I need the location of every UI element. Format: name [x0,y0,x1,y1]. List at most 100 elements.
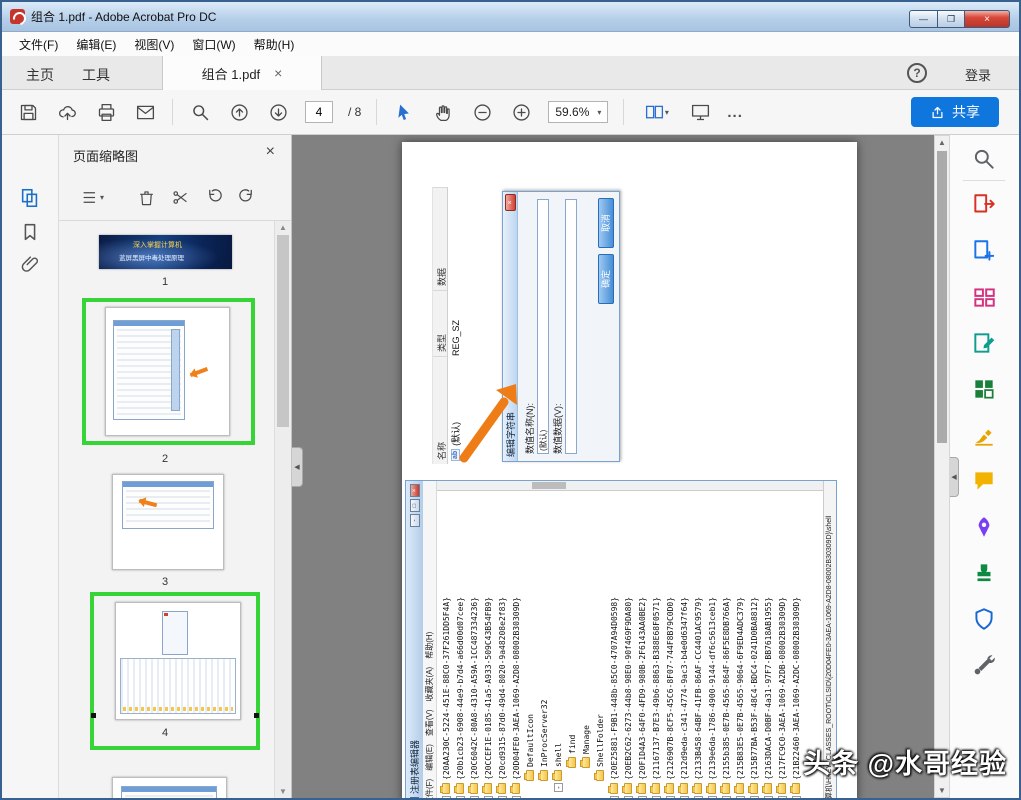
tree-expander-icon[interactable]: + [497,796,507,798]
next-page-icon[interactable] [266,100,290,124]
document-tab-close-icon[interactable]: × [274,65,282,81]
pdf-page-4[interactable]: 名称 类型 数据 ab (默认) REG_SZ 编辑字符串 × 数值名称(N):… [402,142,857,798]
menu-help[interactable]: 帮助(H) [245,33,304,56]
presentation-mode-icon[interactable] [688,100,712,124]
delete-pages-icon[interactable] [137,187,159,207]
tree-expander-icon[interactable]: + [735,796,745,798]
registry-key-row[interactable]: - {20D04FE0-3AEA-1069-A2D8-08002B30309D} [509,491,523,798]
registry-key-row[interactable]: + {212d9eda-c341-4774-9ac3-b4e0d6347f64} [677,491,691,798]
tool-create-pdf-button[interactable] [949,228,1019,274]
tree-expander-icon[interactable]: + [679,796,689,798]
tool-search-button[interactable] [949,136,1019,182]
tree-expander-icon[interactable]: + [777,796,787,798]
maximize-button[interactable]: ❐ [938,10,965,28]
thumbnail-scrollbar[interactable]: ▲ ▼ [274,221,291,798]
registry-key-row[interactable]: + {215B77BA-B53F-48C4-BDC4-0241D0BA8812} [747,491,761,798]
registry-key-row[interactable]: + {20CCEF1E-0185-41a5-A933-509C43B54FB9} [481,491,495,798]
menu-edit[interactable]: 编辑(E) [67,33,125,56]
cloud-upload-icon[interactable] [55,100,79,124]
registry-key-row[interactable]: + {215B83E5-0E7B-4565-9064-6F9ED4ADC379} [733,491,747,798]
tool-edit-pdf-button[interactable] [949,320,1019,366]
registry-key-row[interactable]: + {2155b385-0E7B-4565-864F-86F5E8DB766A} [719,491,733,798]
tree-expander-icon[interactable]: + [707,796,717,798]
scroll-down-icon[interactable]: ▼ [935,786,949,795]
zoom-in-icon[interactable] [509,100,533,124]
registry-key-row[interactable]: + {20C6042C-80A8-4310-A59A-1CC487334236} [467,491,481,798]
attachments-icon[interactable] [19,253,41,275]
registry-key-row[interactable]: + {20AA230C-5224-451E-88C0-37F261DD5F4A} [439,491,453,798]
thumbnail-page-4[interactable] [115,602,241,720]
registry-key-row[interactable]: + {20F1D4A3-64F0-4FD9-980B-2F6143AA0BE2} [635,491,649,798]
bookmarks-icon[interactable] [19,221,41,243]
tool-organize-pages-button[interactable] [949,274,1019,320]
panel-close-icon[interactable]: × [266,143,275,161]
menu-view[interactable]: 视图(V) [125,33,183,56]
tab-tools[interactable]: 工具 [82,65,110,85]
tool-protect-button[interactable] [949,596,1019,642]
registry-key-row[interactable]: + {2163DACA-D0BF-4a31-97F7-BB7618AB1955} [761,491,775,798]
more-tools-icon[interactable]: ... [727,104,743,121]
close-button[interactable]: × [965,10,1010,28]
registry-key-row[interactable]: + {20cd9315-87d0-49d4-8020-9a48208e2f83} [495,491,509,798]
thumbnail-page-2[interactable] [105,307,230,436]
thumbnail-page-3[interactable] [112,474,224,570]
menu-file[interactable]: 文件(F) [10,33,67,56]
tree-expander-icon[interactable]: - [511,796,521,798]
registry-key-row[interactable]: find [565,491,579,798]
registry-key-row[interactable]: + {2133B458-64BF-41FB-86AF-CC4401AC9579} [691,491,705,798]
tree-expander-icon[interactable]: + [791,796,801,798]
minimize-button[interactable]: — [909,10,938,28]
scrollbar-thumb[interactable] [937,151,947,443]
registry-key-row[interactable]: + {21167137-B7E3-49b6-8863-B388E68F0571} [649,491,663,798]
print-icon[interactable] [94,100,118,124]
registry-key-row[interactable]: + {20EB2C62-6273-44b8-98E0-90f469F9DA80} [621,491,635,798]
scroll-up-icon[interactable]: ▲ [275,223,291,232]
registry-key-row[interactable]: + {21B22460-3AEA-1069-A2DC-08002B30309D} [789,491,803,798]
tree-expander-icon[interactable]: + [441,796,451,798]
zoom-level-dropdown[interactable]: 59.6% ▾ [548,101,609,123]
tool-combine-files-button[interactable] [949,366,1019,412]
help-icon[interactable]: ? [907,63,927,83]
tree-expander-icon[interactable]: + [637,796,647,798]
select-tool-icon[interactable] [392,100,416,124]
tool-comment-button[interactable] [949,458,1019,504]
registry-key-row[interactable]: DefaultIcon [523,491,537,798]
panel-collapse-handle[interactable]: ◀ [292,447,303,487]
save-icon[interactable] [16,100,40,124]
tree-expander-icon[interactable]: + [665,796,675,798]
tree-expander-icon[interactable]: + [455,796,465,798]
tree-expander-icon[interactable]: + [483,796,493,798]
tab-home[interactable]: 主页 [26,65,54,85]
rotate-left-icon[interactable] [205,187,227,207]
tree-expander-icon[interactable]: + [651,796,661,798]
tool-sign-certificates-button[interactable] [949,504,1019,550]
tree-expander-icon[interactable]: + [721,796,731,798]
scrollbar-thumb[interactable] [277,235,289,427]
document-viewer[interactable]: ◀ 名称 类型 数据 ab (默认) REG_SZ 编辑字符串 × 数值名称(N… [292,135,952,798]
registry-key-row[interactable]: InProcServer32 [537,491,551,798]
search-icon[interactable] [188,100,212,124]
tree-expander-icon[interactable]: + [623,796,633,798]
viewer-scrollbar[interactable]: ▲ ▼ [934,135,950,798]
tool-more-tools-button[interactable] [949,642,1019,688]
selection-handle[interactable] [91,713,96,718]
email-icon[interactable] [133,100,157,124]
registry-key-row[interactable]: + {217FC9C0-3AEA-1069-A2DB-08002B30309D} [775,491,789,798]
registry-key-row[interactable]: Manage [579,491,593,798]
tree-expander-icon[interactable]: + [693,796,703,798]
page-thumbnails-icon[interactable] [19,187,41,209]
tree-expander-icon[interactable]: + [469,796,479,798]
tree-expander-icon[interactable]: - [553,783,563,792]
tree-expander-icon[interactable]: + [609,796,619,798]
sign-in-link[interactable]: 登录 [965,65,991,84]
tree-expander-icon[interactable]: + [763,796,773,798]
page-number-input[interactable] [305,101,333,123]
registry-key-row[interactable]: + {20b1cb23-6908-44e9-b7d4-a66d00d07cee} [453,491,467,798]
scroll-down-icon[interactable]: ▼ [275,787,291,796]
registry-key-row[interactable]: - shell [551,491,565,798]
tool-stamp-button[interactable] [949,550,1019,596]
thumbnail-page-5[interactable] [112,777,227,798]
rotate-right-icon[interactable] [237,187,259,207]
title-bar[interactable]: 组合 1.pdf - Adobe Acrobat Pro DC — ❐ × [2,2,1019,32]
share-button[interactable]: 共享 [911,97,999,127]
